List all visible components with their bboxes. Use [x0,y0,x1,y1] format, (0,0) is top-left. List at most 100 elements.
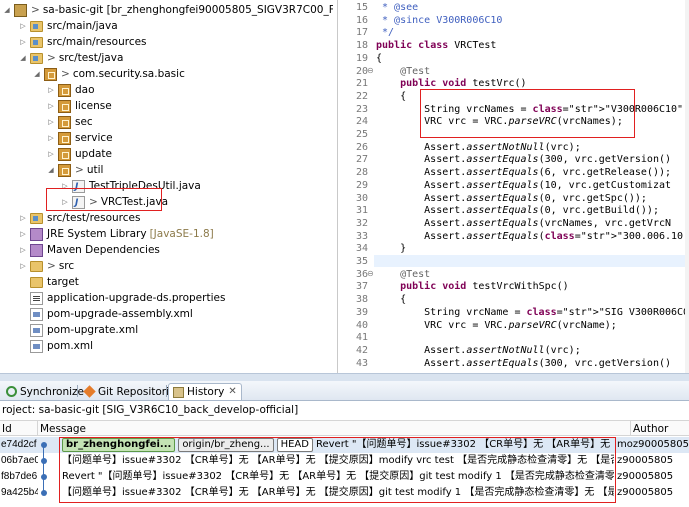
code-line[interactable]: Assert.assertEquals(6, vrc.getRelease())… [338,167,689,180]
code-line[interactable]: * @see [338,2,689,15]
code-line[interactable]: Assert.assertEquals(10, vrc.getCustomiza… [338,180,689,193]
code-line[interactable]: public class VRCTest [338,40,689,53]
history-column-header: Id Message Author [0,420,689,436]
code-line[interactable]: } [338,243,689,256]
tree-item[interactable]: ▷ license [46,98,112,114]
commit-graph-node-icon [41,490,47,496]
code-line-text: Assert.assertEquals(0, vrc.getBuild()); [376,205,659,217]
tree-item-label: src [58,260,75,272]
package-icon [58,163,71,177]
code-line[interactable]: Assert.assertEquals(class="str">"300.006… [338,231,689,244]
package-icon [58,99,71,113]
package-icon [44,67,57,81]
tree-item[interactable]: ▷ src/main/java [18,18,117,34]
tab-history[interactable]: History ✕ [168,383,242,400]
modified-marker: > [31,4,40,16]
commit-id: 9a425b42 [1,487,38,498]
close-icon[interactable]: ✕ [228,384,236,400]
collapsed-twisty-icon[interactable]: ▷ [18,226,28,242]
view-splitter[interactable] [0,373,689,381]
code-line[interactable]: Assert.assertEquals(0, vrc.getSpc()); [338,193,689,206]
tree-item[interactable]: ◢ > src/test/java [18,50,123,66]
code-line[interactable]: @Test [338,269,689,282]
code-line-text: Assert.assertEquals(vrcNames, vrc.getVrc… [376,217,672,229]
modified-marker: > [47,260,56,272]
tree-item-label: com.security.sa.basic [72,68,185,80]
expanded-twisty-icon[interactable]: ◢ [32,66,42,82]
tree-item[interactable]: ▷ JRE System Library [JavaSE-1.8] [18,226,214,242]
collapsed-twisty-icon[interactable]: ▷ [18,210,28,226]
tree-item[interactable]: ◢ > sa-basic-git [br_zhenghongfei90005805_… [2,2,333,18]
code-line-text: String vrcName = class="str">"SIG V300R0… [376,306,689,318]
tab-synchronize[interactable]: Synchronize [2,383,88,400]
collapsed-twisty-icon[interactable]: ▷ [18,18,28,34]
tree-item[interactable]: ▷ src/main/resources [18,34,147,50]
code-line[interactable]: { [338,53,689,66]
tree-item[interactable]: ◢ > util [46,162,103,178]
tree-item[interactable]: pom-upgrade-assembly.xml [18,306,193,322]
expanded-twisty-icon[interactable]: ◢ [18,50,28,66]
tree-item-label: src/main/resources [47,36,147,48]
code-line[interactable]: Assert.assertEquals(300, vrc.getVersion(… [338,358,689,371]
library-icon [30,243,43,257]
code-line[interactable] [338,332,689,345]
code-line[interactable] [338,256,689,269]
editor-scrollbar[interactable] [685,0,689,373]
tree-item-label: src/test/resources [47,212,141,224]
tree-item[interactable]: ▷ src/test/resources [18,210,140,226]
source-folder-icon [30,20,43,32]
tree-item-label: sa-basic-git [br_zhenghongfei90005805_SI… [42,4,333,16]
collapsed-twisty-icon[interactable]: ▷ [18,34,28,50]
collapsed-twisty-icon[interactable]: ▷ [46,82,56,98]
tree-item-label: JRE System Library [47,228,147,240]
expanded-twisty-icon[interactable]: ◢ [2,2,12,18]
code-line[interactable]: Assert.assertNotNull(vrc); [338,345,689,358]
tree-item[interactable]: ▷ > src [18,258,74,274]
tree-item-label: application-upgrade-ds.properties [47,292,226,304]
tree-item[interactable]: pom.xml [18,338,93,354]
tree-item[interactable]: ▷ sec [46,114,93,130]
expanded-twisty-icon[interactable]: ◢ [46,162,56,178]
column-message[interactable]: Message [38,421,631,436]
tree-item[interactable]: ▷ service [46,130,113,146]
collapsed-twisty-icon[interactable]: ▷ [46,130,56,146]
tree-item-label: Maven Dependencies [47,244,160,256]
tree-item[interactable]: pom-upgrate.xml [18,322,138,338]
code-line[interactable]: Assert.assertEquals(vrcNames, vrc.getVrc… [338,218,689,231]
code-line[interactable]: */ [338,27,689,40]
tree-item-label: dao [75,84,95,96]
collapsed-twisty-icon[interactable]: ▷ [46,98,56,114]
tree-item[interactable]: ▷ update [46,146,112,162]
code-line[interactable]: Assert.assertNotNull(vrc); [338,142,689,155]
code-line[interactable]: @Test [338,66,689,79]
code-line[interactable]: Assert.assertEquals(300, vrc.getVersion(… [338,154,689,167]
code-line-text: public class VRCTest [376,40,497,52]
code-line[interactable]: public void testVrcWithSpc() [338,281,689,294]
tree-item[interactable]: target [18,274,79,290]
commit-author: z90005805 [617,471,674,482]
collapsed-twisty-icon[interactable]: ▷ [46,114,56,130]
code-line-text: VRC vrc = VRC.parseVRC(vrcName); [376,319,617,331]
tree-item[interactable]: ▷ dao [46,82,95,98]
code-line[interactable]: String vrcName = class="str">"SIG V300R0… [338,307,689,320]
tree-item[interactable]: ◢ > com.security.sa.basic [32,66,185,82]
code-line[interactable]: * @since V300R006C10 [338,15,689,28]
package-icon [58,147,71,161]
column-id[interactable]: Id [0,421,38,436]
tree-item[interactable]: application-upgrade-ds.properties [18,290,225,306]
code-line-text: * @since V300R006C10 [376,14,503,26]
library-icon [30,227,43,241]
commit-graph-node-icon [41,442,47,448]
collapsed-twisty-icon[interactable]: ▷ [18,258,28,274]
collapsed-twisty-icon[interactable]: ▷ [18,242,28,258]
commit-author: z90005805 [617,487,674,498]
tree-item-label: pom-upgrade-assembly.xml [47,308,193,320]
code-line[interactable]: VRC vrc = VRC.parseVRC(vrcName); [338,320,689,333]
tree-item[interactable]: ▷ Maven Dependencies [18,242,160,258]
code-line[interactable]: { [338,294,689,307]
collapsed-twisty-icon[interactable]: ▷ [46,146,56,162]
code-line[interactable]: Assert.assertEquals(0, vrc.getBuild()); [338,205,689,218]
java-editor[interactable]: 15 16 17 18 19 20 ⊖ 21 22 23 24 25 26 27 28 29 30 31 32 33 3… [337,0,689,373]
commit-id: 06b7ae0 [1,455,38,466]
column-author[interactable]: Author [631,421,689,436]
